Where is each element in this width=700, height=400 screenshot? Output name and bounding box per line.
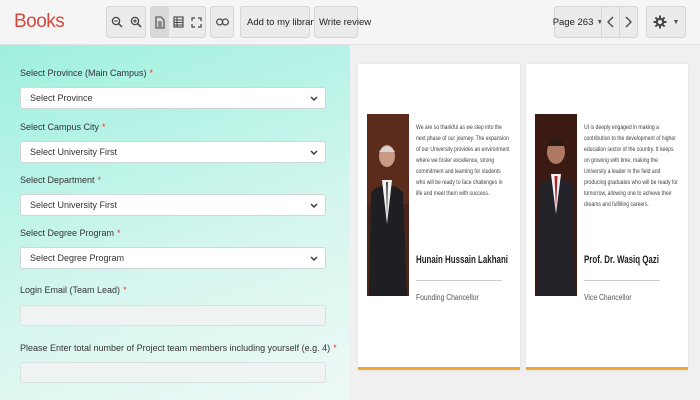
chancellor-photo bbox=[367, 114, 409, 296]
link-group bbox=[210, 6, 234, 38]
degree-label-text: Select Degree Program bbox=[20, 228, 115, 238]
province-select-value: Select Province bbox=[30, 93, 93, 103]
email-field[interactable] bbox=[20, 305, 326, 326]
signature-divider bbox=[416, 280, 502, 281]
form-panel: Select Province (Main Campus) * Select Pr… bbox=[0, 45, 350, 400]
city-select-value: Select University First bbox=[30, 147, 118, 157]
toolbar: Books Add to my library ▼ Write review bbox=[0, 0, 700, 45]
signature-divider bbox=[584, 280, 660, 281]
settings-button[interactable]: ▼ bbox=[646, 6, 686, 38]
chancellor-quote: We are so thankful as we step into the n… bbox=[416, 124, 510, 197]
degree-select-value: Select Degree Program bbox=[30, 253, 125, 263]
chevron-down-icon bbox=[310, 200, 318, 210]
page-select[interactable]: Page 263 ▼ bbox=[552, 7, 604, 37]
book-viewer: We are so thankful as we step into the n… bbox=[350, 45, 700, 400]
city-select[interactable]: Select University First bbox=[20, 141, 326, 163]
city-label: Select Campus City * bbox=[20, 122, 106, 132]
write-review-button[interactable]: Write review bbox=[314, 6, 371, 38]
required-mark: * bbox=[333, 343, 337, 353]
members-field[interactable] bbox=[20, 362, 326, 383]
single-page-icon[interactable] bbox=[151, 7, 169, 37]
vice-chancellor-role: Vice Chancellor bbox=[584, 292, 632, 302]
degree-label: Select Degree Program * bbox=[20, 228, 121, 238]
required-mark: * bbox=[97, 175, 102, 185]
fullscreen-icon[interactable] bbox=[187, 7, 205, 37]
text-view-icon[interactable] bbox=[169, 7, 187, 37]
degree-select[interactable]: Select Degree Program bbox=[20, 247, 326, 269]
required-mark: * bbox=[117, 228, 121, 238]
department-select[interactable]: Select University First bbox=[20, 194, 326, 216]
chevron-down-icon bbox=[310, 93, 318, 103]
chevron-down-icon bbox=[310, 253, 318, 263]
department-select-value: Select University First bbox=[30, 200, 118, 210]
settings-caret-icon: ▼ bbox=[672, 18, 680, 26]
link-icon[interactable] bbox=[211, 7, 233, 37]
required-mark: * bbox=[102, 122, 106, 132]
book-page-left: We are so thankful as we step into the n… bbox=[358, 64, 520, 370]
email-label: Login Email (Team Lead) * bbox=[20, 285, 127, 295]
add-to-library-label: Add to my library bbox=[247, 16, 319, 28]
page-nav-group: Page 263 ▼ bbox=[552, 6, 638, 38]
email-label-text: Login Email (Team Lead) bbox=[20, 285, 121, 295]
chancellor-role: Founding Chancellor bbox=[416, 292, 479, 302]
chevron-right-icon[interactable] bbox=[619, 7, 637, 37]
province-select[interactable]: Select Province bbox=[20, 87, 326, 109]
gear-icon[interactable]: ▼ bbox=[647, 7, 685, 37]
department-label: Select Department * bbox=[20, 175, 101, 185]
required-mark: * bbox=[123, 285, 127, 295]
required-mark: * bbox=[149, 68, 154, 78]
add-to-library-button[interactable]: Add to my library ▼ bbox=[240, 6, 330, 38]
book-page-right: UI is deeply engaged in making a contrib… bbox=[526, 64, 688, 370]
write-review-label: Write review bbox=[319, 16, 372, 28]
app-title[interactable]: Books bbox=[14, 11, 65, 33]
vice-chancellor-name: Prof. Dr. Wasiq Qazi bbox=[584, 254, 659, 266]
city-label-text: Select Campus City bbox=[20, 122, 100, 132]
zoom-in-icon[interactable] bbox=[126, 7, 145, 37]
page-indicator: Page 263 bbox=[552, 16, 594, 28]
vice-chancellor-photo bbox=[535, 114, 577, 296]
chancellor-name: Hunain Hussain Lakhani bbox=[416, 254, 508, 266]
department-label-text: Select Department bbox=[20, 175, 95, 185]
zoom-group bbox=[106, 6, 146, 38]
province-label-text: Select Province (Main Campus) bbox=[20, 68, 147, 78]
members-label-text: Please Enter total number of Project tea… bbox=[20, 343, 331, 353]
province-label: Select Province (Main Campus) * bbox=[20, 68, 153, 78]
vice-chancellor-quote: UI is deeply engaged in making a contrib… bbox=[584, 124, 678, 208]
members-label: Please Enter total number of Project tea… bbox=[20, 343, 337, 353]
zoom-out-icon[interactable] bbox=[107, 7, 126, 37]
chevron-left-icon[interactable] bbox=[601, 7, 619, 37]
view-mode-group bbox=[150, 6, 206, 38]
chevron-down-icon bbox=[310, 147, 318, 157]
